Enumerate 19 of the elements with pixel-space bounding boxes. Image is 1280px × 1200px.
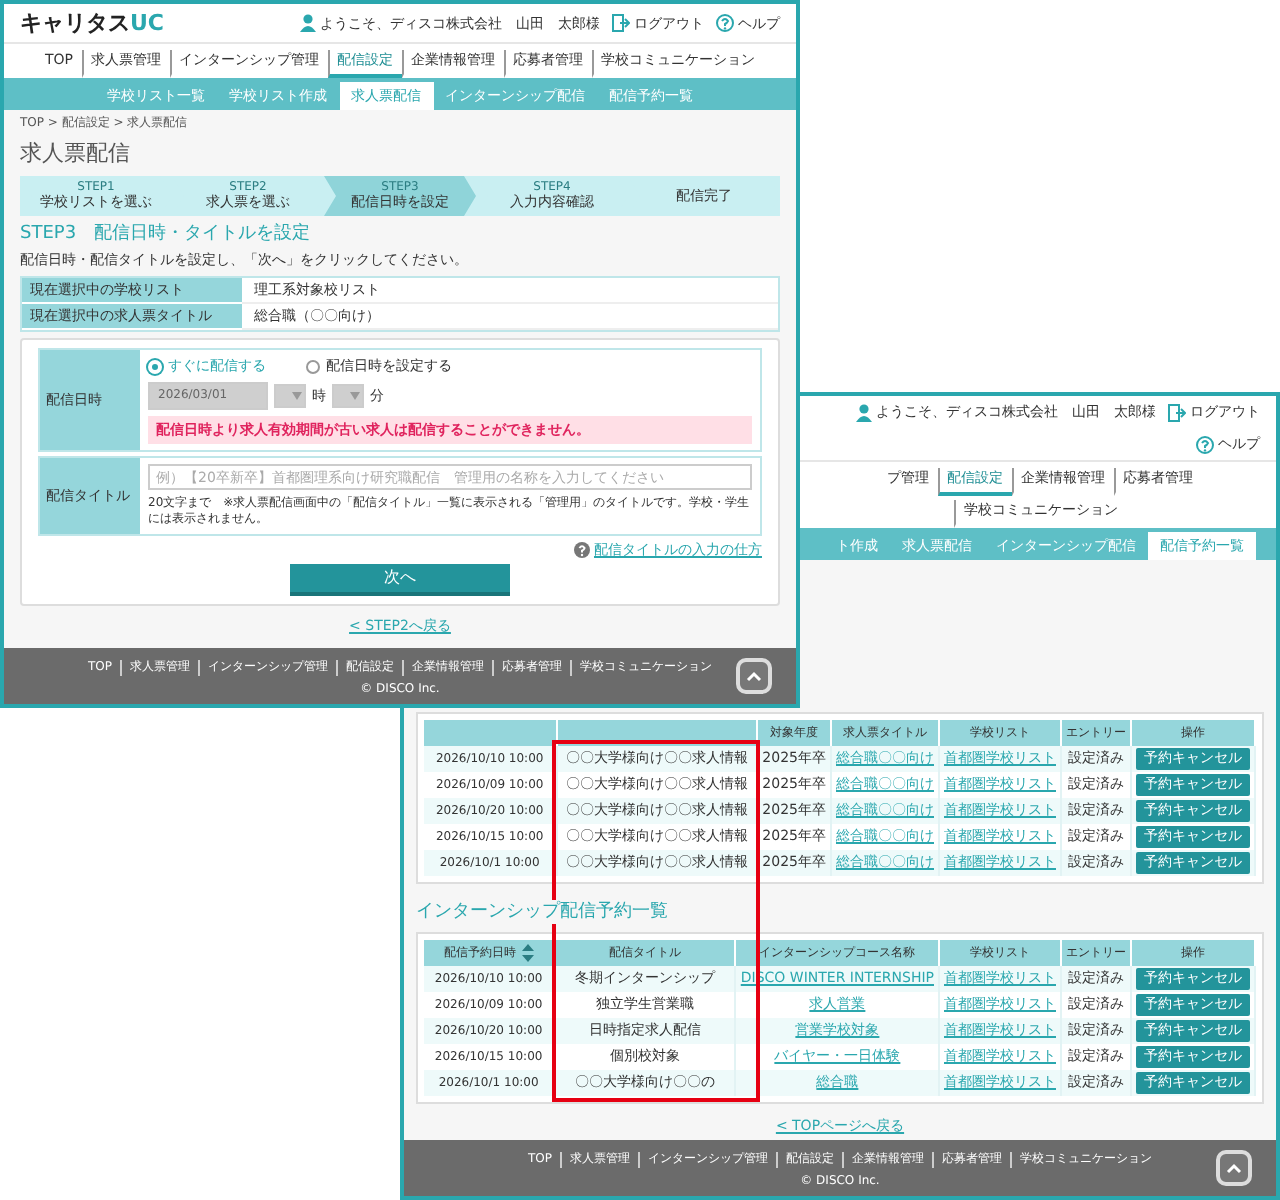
section-heading: インターンシップ配信予約一覧 <box>416 900 672 924</box>
page-title: 求人票配信 <box>20 140 132 168</box>
user-icon <box>856 403 872 421</box>
sort-icon <box>521 944 534 962</box>
caret-icon <box>350 392 360 400</box>
back-to-top-button[interactable] <box>1216 1150 1252 1187</box>
logout-icon <box>1168 403 1186 421</box>
section-heading: STEP3 配信日時・タイトルを設定 <box>20 222 313 246</box>
help-icon <box>1196 435 1214 453</box>
header-cell <box>424 720 557 746</box>
logo: キャリタスUC <box>20 10 165 36</box>
logout-icon <box>612 14 630 32</box>
help-icon <box>716 14 734 32</box>
help-icon <box>574 542 590 558</box>
chevron-up-icon <box>1226 1162 1242 1175</box>
chevron-up-icon <box>746 670 762 682</box>
user-icon <box>300 14 316 32</box>
caret-icon <box>292 392 302 400</box>
back-to-top-button[interactable] <box>736 658 772 694</box>
